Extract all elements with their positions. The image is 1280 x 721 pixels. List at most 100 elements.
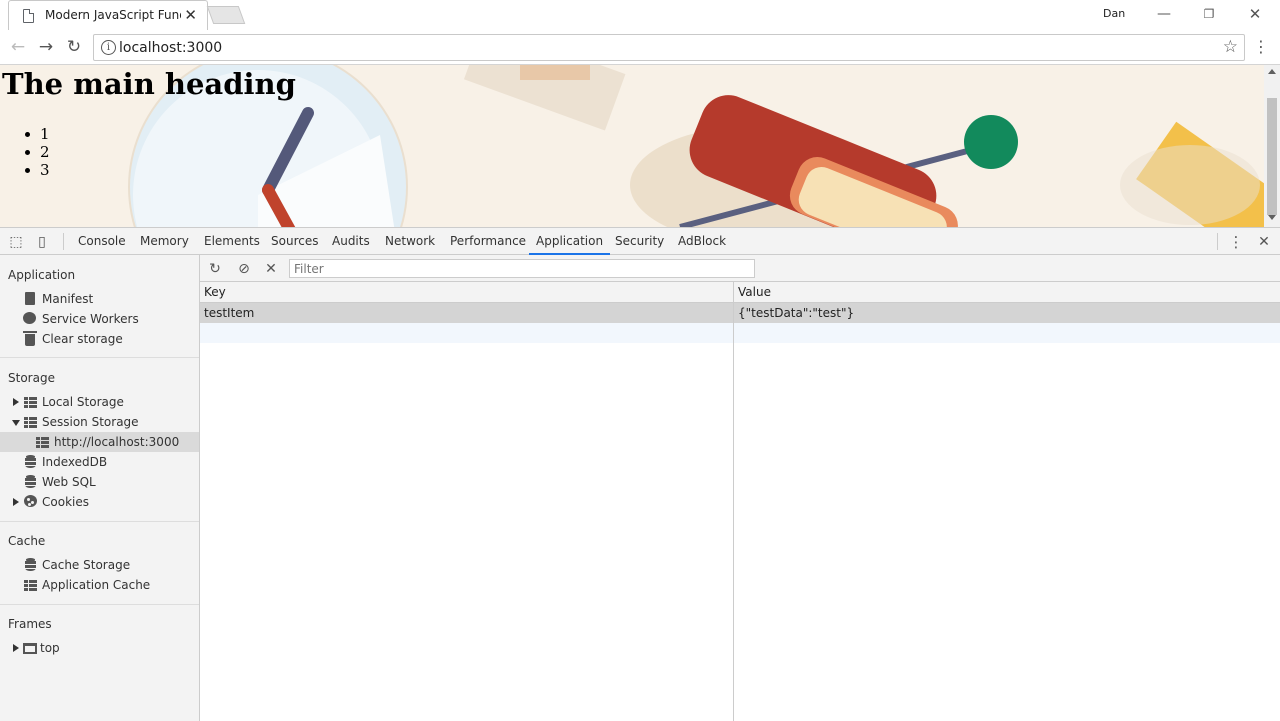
sidebar-item-frame-top[interactable]: top: [0, 638, 199, 658]
sidebar-item-session-localhost[interactable]: http://localhost:3000: [0, 432, 199, 452]
storage-grid-icon: [24, 397, 37, 408]
database-icon: [25, 558, 36, 571]
sidebar-item-local-storage[interactable]: Local Storage: [0, 392, 199, 412]
column-header-key[interactable]: Key: [200, 282, 226, 303]
browser-toolbar: ← → ↻ i localhost:3000 ☆ ⋮: [0, 30, 1280, 65]
browser-tab[interactable]: Modern JavaScript Funda ✕: [8, 0, 208, 30]
devtools-menu-icon[interactable]: ⋮: [1227, 233, 1245, 251]
refresh-icon[interactable]: ↻: [206, 260, 224, 278]
sidebar-item-indexeddb[interactable]: IndexedDB: [0, 452, 199, 472]
title-bar: Modern JavaScript Funda ✕ Dan — ❐ ✕: [0, 0, 1280, 30]
sidebar-item-label: Cookies: [42, 495, 89, 509]
storage-toolbar: ↻ ⊘ ✕: [200, 255, 1280, 282]
storage-grid-icon: [24, 417, 37, 428]
close-window-icon[interactable]: ✕: [1245, 4, 1265, 24]
info-icon[interactable]: i: [101, 40, 116, 55]
section-storage: Storage: [8, 371, 55, 385]
sidebar-item-label: Session Storage: [42, 415, 139, 429]
sidebar-item-label: Clear storage: [42, 332, 123, 346]
devtools-panel: ⬚ ▯ Console Memory Elements Sources Audi…: [0, 227, 1280, 721]
tab-console[interactable]: Console: [71, 228, 133, 255]
file-icon: [25, 292, 35, 305]
sidebar-item-label: Local Storage: [42, 395, 124, 409]
table-row[interactable]: testItem {"testData":"test"}: [200, 303, 1280, 323]
minimize-icon[interactable]: —: [1154, 4, 1174, 24]
gear-icon: [23, 312, 36, 324]
sidebar-item-label: http://localhost:3000: [54, 435, 180, 449]
cell-key[interactable]: testItem: [200, 303, 254, 323]
database-icon: [25, 475, 36, 488]
frame-icon: [23, 643, 37, 654]
section-divider: [0, 604, 199, 605]
sidebar-item-web-sql[interactable]: Web SQL: [0, 472, 199, 492]
sidebar-item-label: Web SQL: [42, 475, 96, 489]
new-tab-button[interactable]: [206, 6, 246, 24]
filter-input[interactable]: [289, 259, 755, 278]
close-tab-icon[interactable]: ✕: [184, 6, 197, 24]
storage-grid-icon: [36, 437, 49, 448]
tab-elements[interactable]: Elements: [197, 228, 267, 255]
expand-arrow-icon[interactable]: [13, 398, 19, 406]
clear-all-icon[interactable]: ⊘: [235, 260, 253, 278]
browser-menu-icon[interactable]: ⋮: [1253, 36, 1269, 58]
tab-performance[interactable]: Performance: [443, 228, 533, 255]
device-toolbar-icon[interactable]: ▯: [33, 233, 51, 251]
page-scrollbar[interactable]: [1264, 65, 1280, 227]
inspect-element-icon[interactable]: ⬚: [7, 233, 25, 251]
storage-view: ↻ ⊘ ✕ Key Value testItem {"testData":"te…: [200, 255, 1280, 721]
devtools-tabbar: ⬚ ▯ Console Memory Elements Sources Audi…: [0, 228, 1280, 255]
column-header-value[interactable]: Value: [734, 282, 771, 303]
tab-security[interactable]: Security: [608, 228, 671, 255]
sidebar-item-cache-storage[interactable]: Cache Storage: [0, 555, 199, 575]
list-item: 3: [22, 161, 50, 179]
section-divider: [0, 521, 199, 522]
toolbar-divider: [1217, 233, 1218, 250]
storage-grid-icon: [24, 580, 37, 591]
cell-value[interactable]: {"testData":"test"}: [734, 303, 854, 323]
collapse-arrow-icon[interactable]: [12, 420, 20, 426]
page-list: 1 2 3: [22, 125, 50, 179]
url-text: localhost:3000: [119, 40, 223, 56]
section-frames: Frames: [8, 617, 52, 631]
database-icon: [25, 455, 36, 468]
sidebar-item-label: Application Cache: [42, 578, 151, 592]
close-devtools-icon[interactable]: ✕: [1255, 233, 1273, 251]
scroll-up-icon[interactable]: [1268, 69, 1276, 74]
list-item: 2: [22, 143, 50, 161]
tab-network[interactable]: Network: [378, 228, 442, 255]
back-icon[interactable]: ←: [7, 36, 29, 58]
bookmark-star-icon[interactable]: ☆: [1223, 37, 1238, 57]
delete-selected-icon[interactable]: ✕: [262, 260, 280, 278]
trash-icon: [23, 331, 37, 346]
sidebar-item-session-storage[interactable]: Session Storage: [0, 412, 199, 432]
page-viewport: The main heading 1 2 3: [0, 65, 1280, 227]
address-bar[interactable]: i localhost:3000 ☆: [93, 34, 1245, 61]
sidebar-item-cookies[interactable]: Cookies: [0, 492, 199, 512]
tab-memory[interactable]: Memory: [133, 228, 196, 255]
forward-icon[interactable]: →: [35, 36, 57, 58]
page-heading: The main heading: [2, 67, 296, 101]
expand-arrow-icon[interactable]: [13, 498, 19, 506]
section-divider: [0, 357, 199, 358]
section-application: Application: [8, 268, 76, 282]
sidebar-item-clear-storage[interactable]: Clear storage: [0, 329, 199, 349]
scroll-down-icon[interactable]: [1268, 215, 1276, 220]
tab-audits[interactable]: Audits: [325, 228, 377, 255]
reload-icon[interactable]: ↻: [63, 36, 85, 58]
sidebar-item-service-workers[interactable]: Service Workers: [0, 309, 199, 329]
profile-name[interactable]: Dan: [1103, 7, 1125, 20]
tab-application[interactable]: Application: [529, 228, 611, 255]
sidebar-item-manifest[interactable]: Manifest: [0, 289, 199, 309]
column-divider[interactable]: [733, 282, 734, 721]
scroll-thumb[interactable]: [1267, 98, 1277, 215]
tab-adblock[interactable]: AdBlock: [671, 228, 733, 255]
sidebar-item-label: Manifest: [42, 292, 94, 306]
empty-table-row[interactable]: [200, 323, 1280, 343]
sidebar-item-label: top: [40, 641, 60, 655]
restore-icon[interactable]: ❐: [1199, 4, 1219, 24]
list-item: 1: [22, 125, 50, 143]
sidebar-item-application-cache[interactable]: Application Cache: [0, 575, 199, 595]
sidebar-item-label: Service Workers: [42, 312, 139, 326]
tab-sources[interactable]: Sources: [264, 228, 325, 255]
expand-arrow-icon[interactable]: [13, 644, 19, 652]
